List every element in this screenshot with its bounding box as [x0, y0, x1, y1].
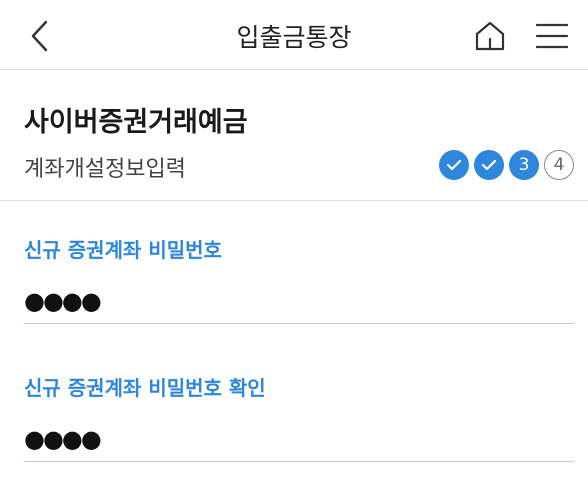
- password-input[interactable]: ●●●●: [24, 283, 574, 324]
- password-confirm-label: 신규 증권계좌 비밀번호 확인: [24, 376, 266, 400]
- back-button[interactable]: [22, 16, 58, 56]
- app-screen: 입출금통장 사이버증권거래예금 계좌개설정보입력 3 4 신규 증권계좌 비밀번…: [0, 0, 588, 477]
- checkmark-icon: [481, 159, 497, 171]
- password-label: 신규 증권계좌 비밀번호: [24, 238, 222, 262]
- product-header: 사이버증권거래예금 계좌개설정보입력 3 4: [0, 70, 588, 201]
- step-3-current: 3: [509, 150, 539, 180]
- step-label: 계좌개설정보입력: [24, 157, 186, 182]
- hamburger-menu-icon: [535, 23, 569, 49]
- password-field: 신규 증권계좌 비밀번호 ●●●●: [24, 234, 574, 324]
- home-icon: [475, 21, 505, 51]
- password-confirm-input[interactable]: ●●●●: [24, 421, 574, 462]
- menu-button[interactable]: [532, 16, 572, 56]
- step-1-done: [439, 150, 469, 180]
- step-2-done: [474, 150, 504, 180]
- product-name: 사이버증권거래예금: [24, 107, 248, 138]
- checkmark-icon: [446, 159, 462, 171]
- password-confirm-field: 신규 증권계좌 비밀번호 확인 ●●●●: [24, 372, 574, 462]
- home-button[interactable]: [470, 16, 510, 56]
- step-4-todo: 4: [544, 150, 574, 180]
- chevron-left-icon: [31, 20, 48, 52]
- top-bar: 입출금통장: [0, 0, 588, 70]
- step-indicator: 3 4: [439, 150, 574, 180]
